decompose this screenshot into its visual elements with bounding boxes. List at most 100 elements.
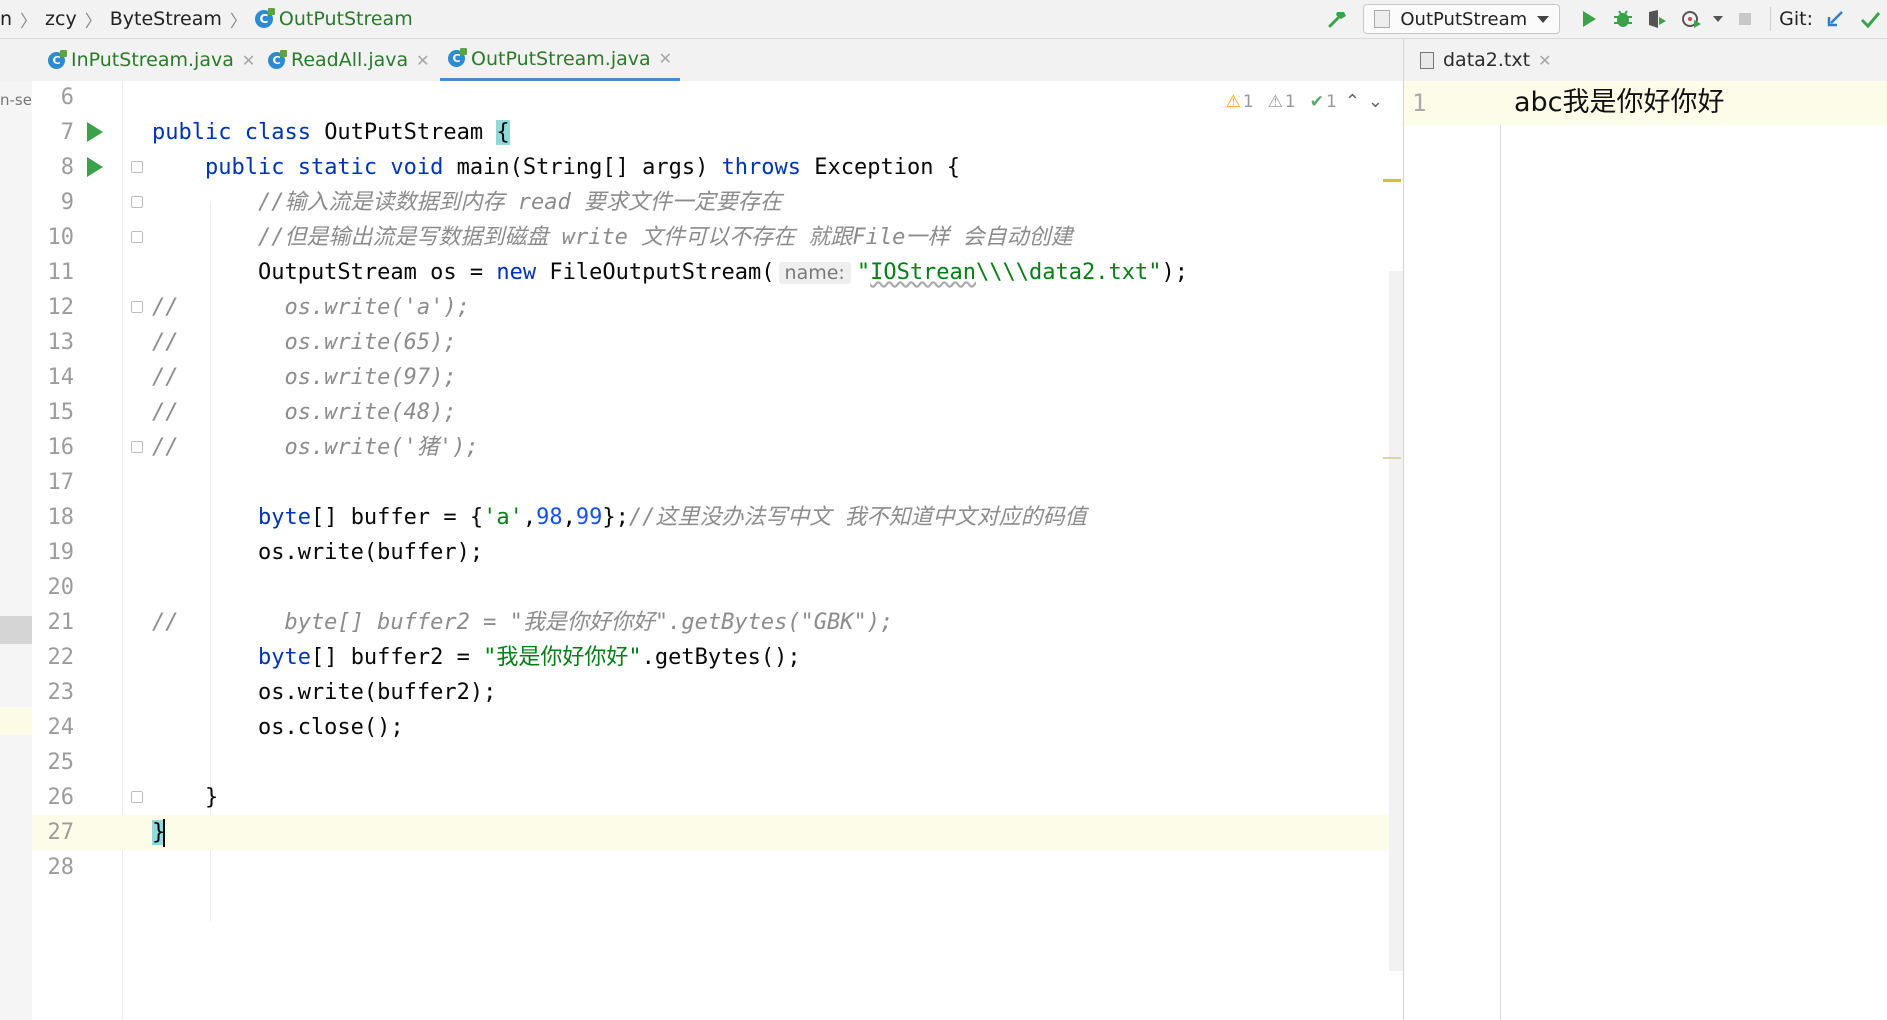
code-line[interactable]: 9 //输入流是读数据到内存 read 要求文件一定要存在 (32, 185, 1403, 220)
close-icon[interactable]: ✕ (1538, 51, 1551, 70)
line-number[interactable]: 21 (32, 605, 75, 640)
code-line[interactable]: 27} (32, 815, 1403, 850)
code-line[interactable]: 25 (32, 745, 1403, 780)
line-number[interactable]: 26 (32, 780, 75, 815)
code-line[interactable]: 16 // os.write('猪'); (32, 430, 1403, 465)
class-icon: C (48, 49, 67, 69)
close-icon[interactable]: ✕ (242, 51, 255, 70)
line-number[interactable]: 12 (32, 290, 75, 325)
fold-icon[interactable] (131, 231, 143, 243)
code-token: [] buffer2 = (310, 645, 484, 670)
code-line[interactable]: 21 // byte[] buffer2 = "我是你好你好".getBytes(… (32, 605, 1403, 640)
chevron-down-icon[interactable] (1711, 5, 1725, 33)
tab-readall[interactable]: C ReadAll.java ✕ (260, 39, 438, 81)
code-line[interactable]: 19 os.write(buffer); (32, 535, 1403, 570)
code-line[interactable]: 17 (32, 465, 1403, 500)
coverage-icon[interactable] (1643, 5, 1671, 33)
run-icon[interactable] (1575, 5, 1603, 33)
warning-stripe-marker[interactable] (1383, 179, 1401, 182)
code-token: // os.write(65); (152, 330, 457, 355)
inspection-widget[interactable]: ⚠ 1 ⚠ 1 ✔ 1 ⌃ ⌄ (1218, 91, 1383, 112)
code-line[interactable]: 15 // os.write(48); (32, 395, 1403, 430)
line-number[interactable]: 15 (32, 395, 75, 430)
line-number[interactable]: 22 (32, 640, 75, 675)
tab-inputstream[interactable]: C InPutStream.java ✕ (40, 39, 263, 81)
line-number[interactable]: 13 (32, 325, 75, 360)
code-token: "我是你好你好" (483, 645, 642, 670)
fold-icon[interactable] (131, 791, 143, 803)
line-number[interactable]: 18 (32, 500, 75, 535)
run-gutter-icon[interactable] (87, 157, 103, 177)
line-number[interactable]: 24 (32, 710, 75, 745)
line-number[interactable]: 16 (32, 430, 75, 465)
code-line[interactable]: 22 byte[] buffer2 = "我是你好你好".getBytes(); (32, 640, 1403, 675)
line-number[interactable]: 8 (32, 150, 74, 185)
run-gutter-icon[interactable] (87, 122, 103, 142)
editor-scrollbar[interactable] (1389, 271, 1403, 971)
line-number[interactable]: 10 (32, 220, 75, 255)
fold-icon[interactable] (131, 441, 143, 453)
code-token: \\\\data2.txt" (976, 260, 1162, 285)
code-text: byte[] buffer = {'a',98,99};//这里没办法写中文 我… (152, 500, 1087, 535)
code-token: // byte[] buffer2 = "我是你好你好".getBytes("G… (152, 610, 894, 635)
line-number[interactable]: 27 (32, 815, 75, 850)
code-text: // os.write('a'); (152, 290, 470, 325)
code-line[interactable]: 14 // os.write(97); (32, 360, 1403, 395)
fold-icon[interactable] (131, 196, 143, 208)
debug-icon[interactable] (1609, 5, 1637, 33)
tab-outputstream[interactable]: C OutPutStream.java ✕ (440, 39, 681, 81)
line-number[interactable]: 19 (32, 535, 75, 570)
code-line[interactable]: 12 // os.write('a'); (32, 290, 1403, 325)
code-line[interactable]: 8 public static void main(String[] args)… (32, 150, 1403, 185)
line-number[interactable]: 28 (32, 850, 75, 885)
code-line[interactable]: 7 public class OutPutStream { (32, 115, 1403, 150)
code-line[interactable]: 10 //但是输出流是写数据到磁盘 write 文件可以不存在 就跟File一样… (32, 220, 1403, 255)
project-tree-cut-label: n-se (0, 91, 32, 109)
fold-icon[interactable] (131, 161, 143, 173)
tab-label: OutPutStream.java (471, 47, 651, 70)
text-file-editor[interactable]: 1 abc我是你好你好 (1404, 81, 1887, 1020)
code-token: } (152, 785, 219, 810)
code-line[interactable]: 18 byte[] buffer = {'a',98,99};//这里没办法写中… (32, 500, 1403, 535)
tab-data2-txt[interactable]: data2.txt ✕ (1412, 39, 1559, 81)
code-line[interactable]: 13 // os.write(65); (32, 325, 1403, 360)
line-number[interactable]: 7 (32, 115, 74, 150)
git-commit-icon[interactable] (1856, 5, 1884, 33)
line-number[interactable]: 11 (32, 255, 75, 290)
code-line[interactable]: 23 os.write(buffer2); (32, 675, 1403, 710)
chevron-down-icon[interactable]: ⌄ (1368, 91, 1383, 112)
editor-tab-bar: C InPutStream.java ✕ C ReadAll.java ✕ C … (0, 39, 1887, 82)
chevron-up-icon[interactable]: ⌃ (1345, 91, 1360, 112)
fold-icon[interactable] (131, 301, 143, 313)
breadcrumb-cut-item[interactable]: n (0, 8, 12, 30)
line-number[interactable]: 6 (32, 81, 74, 115)
line-number[interactable]: 9 (32, 185, 74, 220)
close-icon[interactable]: ✕ (659, 49, 672, 68)
breadcrumb-item-outputstream[interactable]: C OutPutStream (254, 8, 413, 30)
breadcrumb-item-zcy[interactable]: zcy (45, 8, 77, 30)
line-number[interactable]: 20 (32, 570, 75, 605)
code-editor[interactable]: 6 7 public class OutPutStream {8 public st… (32, 81, 1403, 1020)
code-token: main(String[] args) (456, 155, 722, 180)
code-line[interactable]: 11 OutputStream os = new FileOutputStrea… (32, 255, 1403, 290)
line-number[interactable]: 14 (32, 360, 75, 395)
text-file-content[interactable]: abc我是你好你好 (1514, 81, 1725, 125)
code-line[interactable]: 28 (32, 850, 1403, 885)
line-number[interactable]: 17 (32, 465, 75, 500)
line-number[interactable]: 23 (32, 675, 75, 710)
run-configuration-select[interactable]: OutPutStream (1363, 4, 1561, 34)
git-update-icon[interactable] (1822, 5, 1850, 33)
code-line[interactable]: 26 } (32, 780, 1403, 815)
breadcrumb-item-bytestream[interactable]: ByteStream (110, 8, 222, 30)
stripe-marker[interactable] (1383, 457, 1401, 459)
profile-icon[interactable] (1677, 5, 1705, 33)
code-line[interactable]: 24 os.close(); (32, 710, 1403, 745)
build-hammer-icon[interactable] (1324, 5, 1352, 33)
close-icon[interactable]: ✕ (416, 51, 429, 70)
text-current-line: 1 abc我是你好你好 (1404, 81, 1887, 125)
warning-icon: ⚠ (1225, 91, 1241, 112)
code-token: " (856, 260, 871, 285)
code-line[interactable]: 20 (32, 570, 1403, 605)
code-line[interactable]: 6 (32, 81, 1403, 115)
line-number[interactable]: 25 (32, 745, 75, 780)
